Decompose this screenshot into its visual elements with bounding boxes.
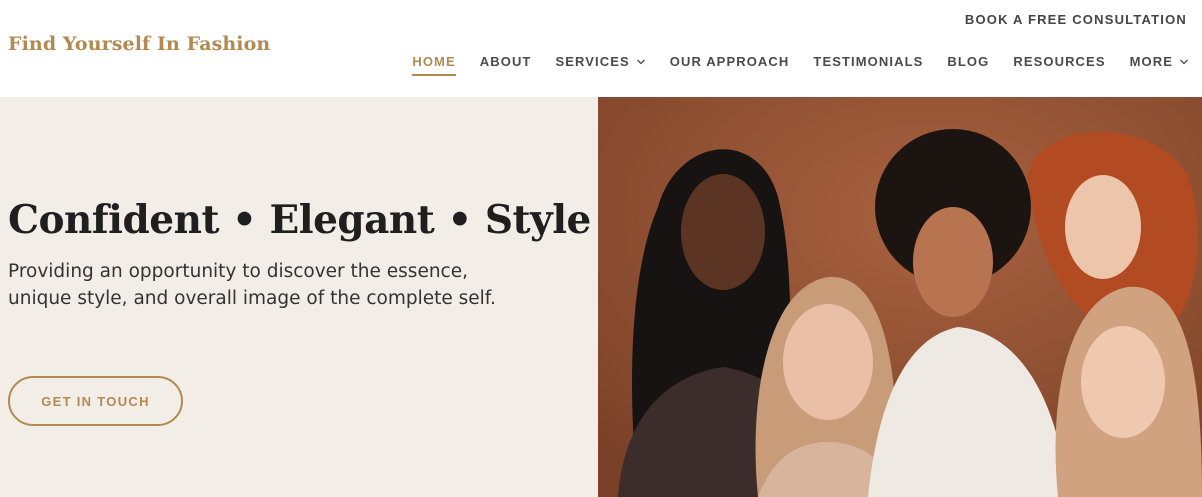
hero-text-panel: Confident • Elegant • Style Providing an… xyxy=(0,97,598,497)
group-portrait-photo-icon xyxy=(598,97,1202,497)
nav-item-resources[interactable]: RESOURCES xyxy=(1013,54,1105,76)
get-in-touch-button[interactable]: GET IN TOUCH xyxy=(8,376,183,426)
nav-item-label: ABOUT xyxy=(479,54,532,69)
hero-headline: Confident • Elegant • Style xyxy=(8,197,591,243)
nav-item-label: BLOG xyxy=(947,54,990,69)
nav-item-home[interactable]: HOME xyxy=(412,54,457,76)
nav-item-about[interactable]: ABOUT xyxy=(480,54,532,76)
nav-item-label: RESOURCES xyxy=(1013,54,1106,69)
hero-photo xyxy=(598,97,1202,497)
nav-item-label: TESTIMONIALS xyxy=(813,54,924,69)
chevron-down-icon xyxy=(1179,57,1189,67)
nav-item-more[interactable]: MORE xyxy=(1130,54,1189,76)
nav-item-blog[interactable]: BLOG xyxy=(947,54,989,76)
nav-item-label: HOME xyxy=(412,54,456,69)
nav-item-testimonials[interactable]: TESTIMONIALS xyxy=(813,54,923,76)
nav-item-our-approach[interactable]: OUR APPROACH xyxy=(670,54,790,76)
brand-logo-text[interactable]: Find Yourself In Fashion xyxy=(8,33,270,55)
book-consultation-link[interactable]: BOOK A FREE CONSULTATION xyxy=(965,12,1187,27)
hero-subtext: Providing an opportunity to discover the… xyxy=(8,261,496,309)
nav-item-label: OUR APPROACH xyxy=(669,54,790,69)
main-nav: HOME ABOUT SERVICES OUR APPROACH TESTIMO… xyxy=(388,54,1189,76)
nav-item-services[interactable]: SERVICES xyxy=(555,54,645,76)
chevron-down-icon xyxy=(636,57,646,67)
nav-item-label: SERVICES xyxy=(555,54,630,69)
nav-item-label: MORE xyxy=(1129,54,1173,69)
site-header: Find Yourself In Fashion BOOK A FREE CON… xyxy=(0,0,1202,97)
